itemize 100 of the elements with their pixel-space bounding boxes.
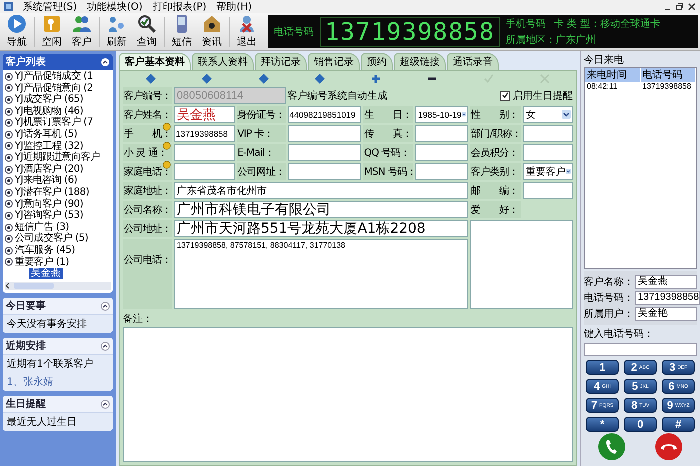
toolbar-button[interactable]: 退出	[232, 14, 262, 49]
field-label: 公司电话：	[123, 239, 172, 309]
input-field[interactable]	[288, 163, 362, 180]
customer-group-item[interactable]: YJ酒店客户 (20)	[5, 164, 112, 176]
panel-title: 近期安排	[6, 339, 46, 354]
menu-item[interactable]: 帮助(H)	[216, 0, 252, 14]
menu-item[interactable]: 功能模块(O)	[87, 0, 143, 14]
field-label: 客户姓名：	[123, 106, 172, 123]
customer-group-item[interactable]: 短信广告 (3)	[5, 222, 112, 234]
exit-icon	[237, 14, 257, 34]
column-header[interactable]: 电话号码	[640, 68, 696, 82]
customer-group-item[interactable]: YJ来电咨询 (6)	[5, 175, 112, 187]
keypad-key[interactable]: #	[662, 417, 695, 432]
tab[interactable]: 通话录音	[447, 53, 499, 70]
restore-icon[interactable]	[676, 2, 684, 10]
navigate-icon[interactable]	[258, 74, 269, 84]
field-label: 客户名称：	[584, 276, 634, 289]
keypad-key[interactable]: *	[586, 417, 619, 432]
toolbar-button[interactable]: 导航	[2, 14, 32, 49]
customer-group-item[interactable]: YJ产品促销意向 (2	[5, 82, 112, 94]
tab[interactable]: 预约	[361, 53, 393, 70]
card-type-text: 卡 类 型：移动全球通卡	[554, 18, 660, 30]
input-field[interactable]	[522, 144, 573, 161]
hobby-text-area[interactable]	[470, 220, 573, 309]
tab[interactable]: 联系人资料	[192, 53, 254, 70]
input-field[interactable]	[415, 125, 468, 142]
toolbar-button[interactable]: 客户	[67, 14, 97, 49]
navigate-icon[interactable]	[202, 74, 212, 84]
field-label: 公司网址：	[236, 163, 286, 180]
toolbar-button[interactable]: 短信	[167, 14, 197, 49]
input-field[interactable]	[415, 144, 468, 161]
hint-icon	[163, 161, 171, 169]
dropdown[interactable]: 1985-10-19	[415, 106, 468, 123]
toolbar-button[interactable]: 空闲	[37, 14, 67, 49]
close-icon[interactable]	[688, 2, 696, 10]
customer-item[interactable]: 吴金燕	[29, 268, 63, 280]
customer-group-item[interactable]: YJ产品促销成交 (1	[5, 71, 112, 83]
collapse-icon[interactable]	[101, 400, 110, 409]
add-icon[interactable]	[371, 74, 382, 84]
input-field[interactable]	[174, 163, 235, 180]
call-icon[interactable]	[598, 433, 626, 461]
field-label: 性 别：	[470, 106, 521, 123]
field-label: 传 真：	[363, 125, 414, 142]
dropdown[interactable]: 女	[522, 106, 573, 123]
scroll-left-icon[interactable]	[5, 283, 11, 290]
collapse-icon[interactable]	[101, 58, 110, 66]
menu-item[interactable]: 打印报表(P)	[152, 0, 207, 14]
input-field[interactable]	[288, 125, 362, 142]
toolbar-button[interactable]: 查询	[132, 14, 162, 49]
customer-group-item[interactable]: YJ咨询客户 (53)	[5, 210, 112, 222]
field-label: E-Mail：	[236, 144, 286, 161]
keypad-key[interactable]: 1	[586, 360, 619, 375]
tab[interactable]: 拜访记录	[255, 53, 307, 70]
name-field[interactable]: 吴金燕	[174, 106, 235, 123]
collapse-icon[interactable]	[101, 342, 110, 351]
contact-link[interactable]: 1、张永婧	[3, 373, 113, 392]
input-field[interactable]: 13719398858	[174, 125, 235, 142]
phone-text-area[interactable]: 13719398858, 87578151, 88304117, 31770138	[174, 239, 468, 309]
dropdown[interactable]: 重要客户	[522, 163, 573, 180]
input-field[interactable]	[522, 182, 573, 199]
input-field[interactable]	[415, 163, 468, 180]
column-header[interactable]: 来电时间	[585, 68, 640, 82]
input-field[interactable]	[522, 125, 573, 142]
customer-group-item[interactable]: YJ近期跟进意向客户	[5, 152, 112, 164]
customer-group-item[interactable]: YJ电视购物 (46)	[5, 106, 112, 118]
customer-group-item[interactable]: YJ话务耳机 (5)	[5, 128, 112, 141]
panel-text: 近期有1个联系客户	[3, 355, 113, 374]
input-field[interactable]: 广州市天河路551号龙苑大厦A1栋2208	[174, 220, 468, 237]
customer-group-item[interactable]: 汽车服务 (45)	[5, 244, 112, 256]
tab[interactable]: 超级链接	[394, 53, 446, 70]
birthday-reminder-checkbox[interactable]: 启用生日提醒	[470, 87, 573, 104]
menu-item[interactable]: 系统管理(S)	[23, 0, 78, 14]
magnifier-icon	[137, 14, 157, 34]
horizontal-scrollbar[interactable]	[5, 282, 111, 290]
navigate-icon[interactable]	[146, 74, 156, 84]
field-label: 小 灵 通：	[123, 144, 172, 161]
collapse-icon[interactable]	[101, 302, 110, 311]
customer-group-item[interactable]: YJ成交客户 (65)	[5, 94, 112, 106]
keypad-key[interactable]: 0	[624, 417, 657, 432]
input-field[interactable]: 广东省茂名市化州市	[174, 182, 468, 199]
customer-group-item[interactable]: YJ意向客户 (90)	[5, 198, 112, 210]
customer-group-item[interactable]: YJ机票订票客户 (7	[5, 117, 112, 129]
info-field: 13719398858	[635, 291, 700, 305]
navigate-icon[interactable]	[314, 74, 325, 84]
toolbar-button[interactable]: 刷新	[102, 14, 132, 49]
input-field[interactable]: 广州市科镁电子有限公司	[174, 201, 468, 218]
customer-group-item[interactable]: 重要客户 (1)	[5, 256, 112, 268]
input-field[interactable]: 44098219851019	[288, 106, 362, 123]
customer-group-item[interactable]: YJ潜在客户 (188)	[5, 186, 112, 199]
phone-input-field[interactable]	[584, 343, 697, 356]
customer-group-item[interactable]: YJ监控工程 (32)	[5, 140, 112, 152]
input-field[interactable]	[174, 144, 235, 161]
checkbox[interactable]	[500, 90, 510, 100]
tab[interactable]: 销售记录	[308, 53, 360, 70]
hint-text: 客户编号系统自动生成	[288, 90, 389, 104]
hang-up-icon[interactable]	[654, 433, 683, 461]
input-field[interactable]	[288, 144, 362, 161]
tab[interactable]: 客户基本资料	[119, 53, 191, 70]
customer-group-item[interactable]: 公司成交客户 (5)	[5, 233, 112, 245]
toolbar-button[interactable]: 资讯	[197, 14, 227, 49]
